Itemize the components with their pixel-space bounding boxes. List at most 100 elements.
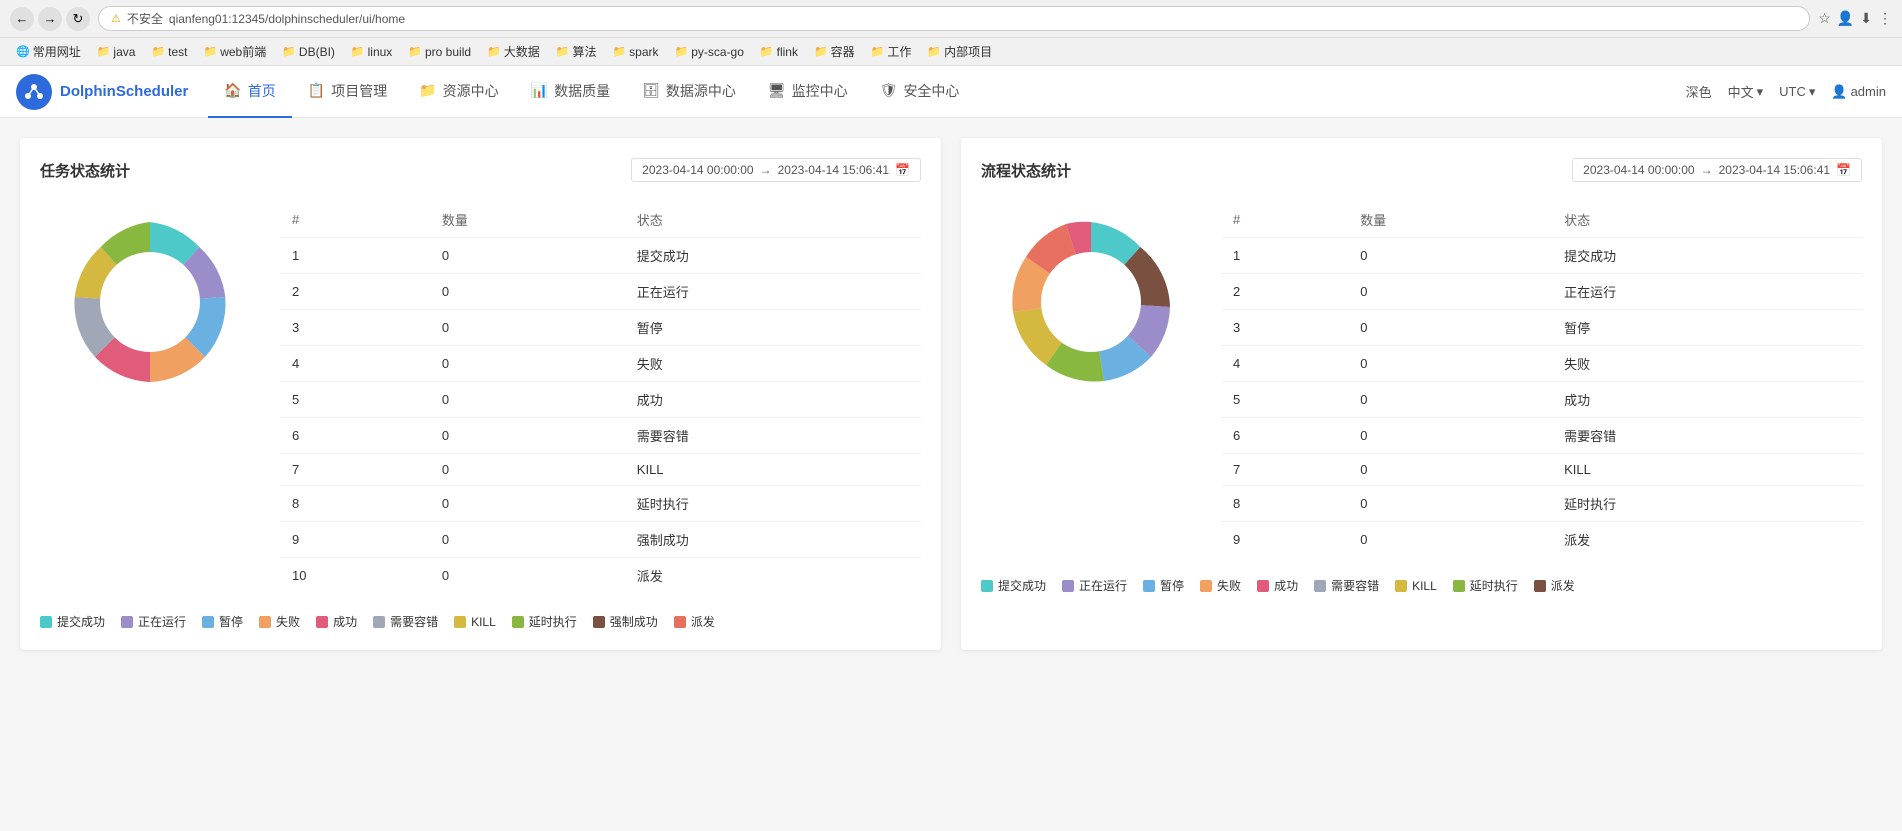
table-row: 5 0 成功 [1221, 382, 1862, 418]
security-icon: 🛡 [880, 82, 898, 99]
browser-actions[interactable]: ☆ 👤 ⬇ ⋮ [1818, 10, 1892, 27]
theme-selector[interactable]: 深色 [1686, 82, 1712, 101]
user-menu[interactable]: 👤 admin [1831, 84, 1886, 100]
bookmark-icon-pro-build: 📁 [408, 45, 422, 58]
row-num: 4 [1221, 346, 1348, 382]
lang-selector[interactable]: 中文 ▾ [1728, 82, 1764, 101]
bookmark-star-button[interactable]: ☆ [1818, 10, 1831, 27]
nav-item-dataquality[interactable]: 📊 数据质量 [515, 66, 626, 118]
download-button[interactable]: ⬇ [1860, 10, 1872, 27]
process-chart-area [981, 202, 1201, 402]
legend-label: 需要容错 [390, 613, 438, 630]
bookmark-spark[interactable]: 📁 spark [606, 43, 664, 61]
nav-item-datasource[interactable]: 🗄 数据源中心 [626, 66, 752, 118]
nav-item-security[interactable]: 🛡 安全中心 [864, 66, 976, 118]
table-row: 1 0 提交成功 [1221, 238, 1862, 274]
legend-label: 暂停 [1160, 577, 1184, 594]
row-num: 9 [1221, 522, 1348, 558]
row-count: 0 [1348, 522, 1552, 558]
bookmark-container[interactable]: 📁 容器 [808, 41, 861, 62]
profile-button[interactable]: 👤 [1837, 10, 1854, 27]
process-card-body: # 数量 状态 1 0 提交成功 2 0 正在运行 3 0 暂停 4 [981, 202, 1862, 557]
legend-dot [1062, 580, 1074, 592]
reload-button[interactable]: ↻ [66, 7, 90, 31]
task-col-count: 数量 [430, 202, 625, 238]
row-num: 9 [280, 522, 430, 558]
bookmark-test[interactable]: 📁 test [145, 43, 193, 61]
legend-label: 强制成功 [610, 613, 658, 630]
table-row: 7 0 KILL [280, 454, 921, 486]
row-count: 0 [1348, 418, 1552, 454]
table-row: 3 0 暂停 [280, 310, 921, 346]
table-row: 8 0 延时执行 [280, 486, 921, 522]
row-status: 派发 [625, 558, 921, 594]
legend-item: KILL [454, 613, 496, 630]
process-card-header: 流程状态统计 2023-04-14 00:00:00 → 2023-04-14 … [981, 158, 1862, 182]
process-date-range[interactable]: 2023-04-14 00:00:00 → 2023-04-14 15:06:4… [1572, 158, 1862, 182]
nav-item-monitor[interactable]: 🖥 监控中心 [752, 66, 864, 118]
bookmark-flink[interactable]: 📁 flink [754, 43, 804, 61]
nav-item-project[interactable]: 📋 项目管理 [292, 66, 403, 118]
row-status: 正在运行 [625, 274, 921, 310]
task-col-num: # [280, 202, 430, 238]
row-status: KILL [1552, 454, 1862, 486]
task-date-range[interactable]: 2023-04-14 00:00:00 → 2023-04-14 15:06:4… [631, 158, 921, 182]
row-status: 提交成功 [1552, 238, 1862, 274]
app-logo[interactable]: DolphinScheduler [16, 74, 188, 110]
legend-label: 失败 [276, 613, 300, 630]
table-row: 6 0 需要容错 [1221, 418, 1862, 454]
bookmark-java[interactable]: 📁 java [91, 43, 142, 61]
legend-item: 延时执行 [512, 613, 577, 630]
bookmark-linux[interactable]: 📁 linux [345, 43, 398, 61]
table-row: 1 0 提交成功 [280, 238, 921, 274]
legend-label: 成功 [1274, 577, 1298, 594]
back-button[interactable]: ← [10, 7, 34, 31]
row-num: 6 [1221, 418, 1348, 454]
legend-item: 提交成功 [40, 613, 105, 630]
bookmark-icon-常用网址: 🌐 [16, 45, 30, 58]
task-date-start: 2023-04-14 00:00:00 [642, 163, 753, 177]
address-bar[interactable]: ⚠ 不安全 qianfeng01:12345/dolphinscheduler/… [98, 6, 1810, 31]
nav-menu: 🏠 首页 📋 项目管理 📁 资源中心 📊 数据质量 🗄 数据源中心 🖥 监控中心… [208, 66, 1685, 118]
process-calendar-icon: 📅 [1836, 163, 1851, 177]
bookmark-pro-build[interactable]: 📁 pro build [402, 43, 477, 61]
task-table-area: # 数量 状态 1 0 提交成功 2 0 正在运行 3 0 暂停 4 [280, 202, 921, 593]
forward-button[interactable]: → [38, 7, 62, 31]
row-status: 暂停 [1552, 310, 1862, 346]
row-count: 0 [430, 274, 625, 310]
row-count: 0 [1348, 310, 1552, 346]
nav-item-home[interactable]: 🏠 首页 [208, 66, 291, 118]
legend-label: 提交成功 [998, 577, 1046, 594]
bookmark-bigdata[interactable]: 📁 大数据 [481, 41, 546, 62]
menu-button[interactable]: ⋮ [1878, 10, 1892, 27]
datasource-icon: 🗄 [642, 82, 660, 99]
table-row: 4 0 失败 [280, 346, 921, 382]
legend-dot [674, 616, 686, 628]
process-col-num: # [1221, 202, 1348, 238]
bookmark-algo[interactable]: 📁 算法 [550, 41, 603, 62]
bookmark-常用网址[interactable]: 🌐 常用网址 [10, 41, 87, 62]
table-row: 7 0 KILL [1221, 454, 1862, 486]
row-num: 6 [280, 418, 430, 454]
legend-dot [1534, 580, 1546, 592]
row-status: 延时执行 [1552, 486, 1862, 522]
bookmark-internal[interactable]: 📁 内部项目 [921, 41, 998, 62]
row-count: 0 [430, 346, 625, 382]
bookmark-work[interactable]: 📁 工作 [865, 41, 918, 62]
row-status: 暂停 [625, 310, 921, 346]
bookmark-icon-bigdata: 📁 [487, 45, 501, 58]
process-col-count: 数量 [1348, 202, 1552, 238]
task-date-arrow: → [760, 163, 772, 177]
browser-nav-buttons[interactable]: ← → ↻ [10, 7, 90, 31]
bookmark-py-sca-go[interactable]: 📁 py-sca-go [669, 43, 750, 61]
timezone-selector[interactable]: UTC ▾ [1779, 84, 1815, 100]
nav-item-resource[interactable]: 📁 资源中心 [403, 66, 514, 118]
legend-item: 暂停 [202, 613, 243, 630]
legend-item: 派发 [1534, 577, 1575, 594]
legend-label: 提交成功 [57, 613, 105, 630]
bookmarks-bar: 🌐 常用网址 📁 java 📁 test 📁 web前端 📁 DB(BI) 📁 … [0, 38, 1902, 66]
bookmark-db[interactable]: 📁 DB(BI) [276, 43, 341, 61]
table-row: 10 0 派发 [280, 558, 921, 594]
table-row: 2 0 正在运行 [280, 274, 921, 310]
bookmark-web前端[interactable]: 📁 web前端 [197, 41, 272, 62]
